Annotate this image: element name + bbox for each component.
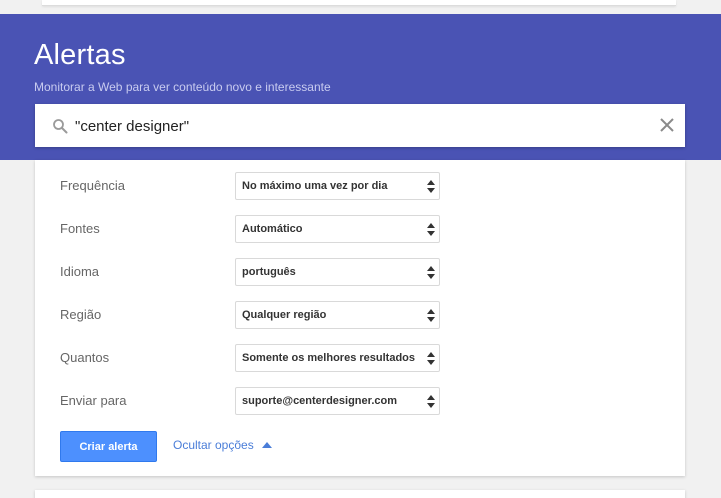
select-arrows-icon [427,266,435,279]
language-select[interactable]: português [235,258,440,286]
create-alert-button[interactable]: Criar alerta [60,431,157,462]
frequency-select[interactable]: No máximo uma vez por dia [235,172,440,200]
search-box[interactable] [35,104,685,147]
hide-options-label: Ocultar opções [173,438,254,452]
next-card-edge [35,490,685,498]
hide-options-link[interactable]: Ocultar opções [173,438,272,452]
deliver-to-select-value: suporte@centerdesigner.com [242,395,397,407]
deliver-to-select[interactable]: suporte@centerdesigner.com [235,387,440,415]
select-arrows-icon [427,309,435,322]
option-label-deliver-to: Enviar para [60,393,127,408]
option-row-sources: Fontes Automático [35,215,685,243]
option-label-how-many: Quantos [60,350,110,365]
alerts-header: Alertas Monitorar a Web para ver conteúd… [0,14,721,160]
frequency-select-value: No máximo uma vez por dia [242,180,388,192]
option-label-sources: Fontes [60,221,100,236]
select-arrows-icon [427,223,435,236]
search-icon [53,119,68,134]
option-row-deliver-to: Enviar para suporte@centerdesigner.com [35,387,685,415]
option-label-language: Idioma [60,264,100,279]
option-row-region: Região Qualquer região [35,301,685,329]
close-icon[interactable] [658,116,676,134]
option-label-region: Região [60,307,102,322]
region-select[interactable]: Qualquer região [235,301,440,329]
how-many-select[interactable]: Somente os melhores resultados [235,344,440,372]
sources-select-value: Automático [242,223,303,235]
option-row-frequency: Frequência No máximo uma vez por dia [35,172,685,200]
page-title: Alertas [34,39,126,71]
option-row-language: Idioma português [35,258,685,286]
select-arrows-icon [427,352,435,365]
page-subtitle: Monitorar a Web para ver conteúdo novo e… [34,80,331,94]
option-row-how-many: Quantos Somente os melhores resultados [35,344,685,372]
select-arrows-icon [427,180,435,193]
region-select-value: Qualquer região [242,309,327,321]
option-label-frequency: Frequência [60,178,126,193]
language-select-value: português [242,266,296,278]
search-input[interactable] [75,113,645,139]
how-many-select-value: Somente os melhores resultados [242,352,415,364]
caret-up-icon [261,442,272,448]
alert-options-panel: Frequência No máximo uma vez por dia Fon… [35,160,685,476]
select-arrows-icon [427,395,435,408]
previous-card-edge [42,0,676,6]
sources-select[interactable]: Automático [235,215,440,243]
